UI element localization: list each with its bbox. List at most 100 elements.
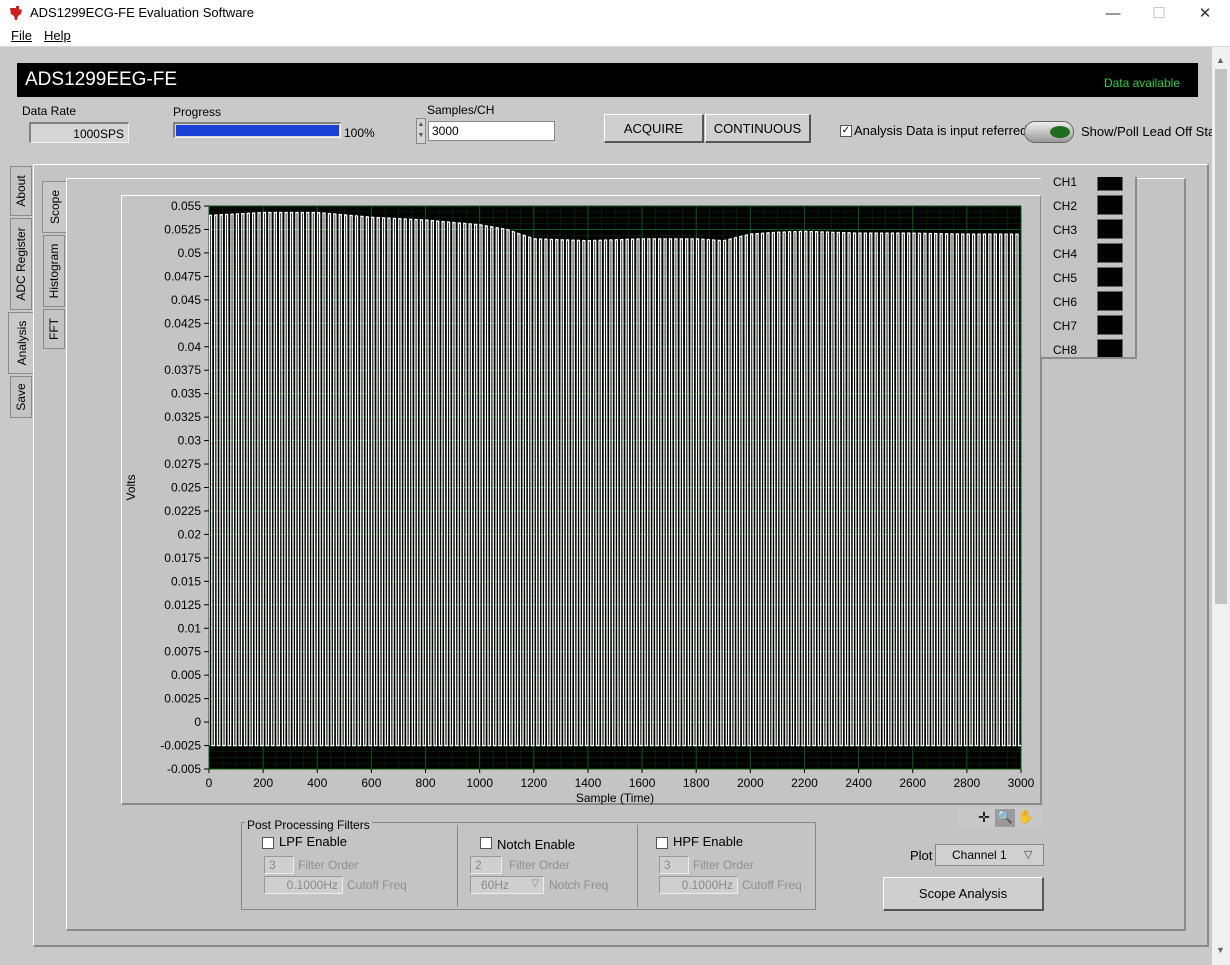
x-tick-label: 800 [416,776,436,790]
legend-label: CH7 [1053,319,1078,333]
y-tick-labels: 0.055 0.0525 0.05 0.0475 0.045 0.0425 0.04 0.03… [160,199,209,776]
legend-item[interactable]: CH1 [1041,177,1131,195]
tab-adc-register[interactable]: ADC Register [10,218,32,310]
subtab-scope[interactable]: Scope [42,181,66,233]
progress-bar [173,122,341,138]
legend-swatch [1097,339,1123,357]
subtab-fft[interactable]: FFT [43,309,65,349]
y-tick-label: -0.0025 [160,739,201,753]
notch-order-field[interactable]: 2 [470,856,502,874]
notch-enable-checkbox[interactable] [480,837,492,849]
series-line [209,211,1021,747]
notch-freq-select[interactable]: 60Hz ▽ [470,876,544,894]
legend-item[interactable]: CH5 [1041,267,1131,291]
x-tick-label: 2000 [737,776,764,790]
y-tick-label: 0.05 [178,246,202,260]
scope-chart[interactable]: 0.055 0.0525 0.05 0.0475 0.045 0.0425 0.04 0.03… [121,195,1042,805]
tab-save-label: Save [14,383,28,411]
y-tick-label: 0.0525 [164,222,201,236]
chart-waveform [209,211,1021,747]
tab-save[interactable]: Save [10,376,32,418]
status-text: Data available [1103,76,1180,90]
legend-item[interactable]: CH8 [1041,339,1131,357]
samples-stepper[interactable]: ▲ ▼ [416,118,426,144]
legend-swatch [1097,315,1123,335]
maximize-button[interactable]: ☐ [1136,0,1182,26]
legend-label: CH6 [1053,295,1078,309]
input-referred-label: Analysis Data is input referred [854,123,1028,138]
tab-analysis[interactable]: Analysis [8,312,34,374]
scope-analysis-button[interactable]: Scope Analysis [883,877,1044,911]
tab-about[interactable]: About [10,166,32,216]
menu-file[interactable]: File [11,28,32,43]
notch-freq-value: 60Hz [481,878,510,892]
y-tick-label: 0.035 [171,387,201,401]
legend-item[interactable]: CH3 [1041,219,1131,243]
scroll-down-icon[interactable]: ▼ [1216,945,1225,955]
ti-logo-icon [10,6,22,20]
title-bar: ADS1299ECG-FE Evaluation Software — ☐ ✕ [0,0,1230,26]
notch-enable-label: Notch Enable [497,837,576,852]
legend-label: CH8 [1053,343,1078,357]
device-name: ADS1299EEG-FE [25,69,178,90]
lpf-order-label: Filter Order [298,858,359,872]
x-tick-label: 2600 [899,776,926,790]
acquire-button[interactable]: ACQUIRE [604,114,704,143]
menu-help[interactable]: Help [44,28,71,43]
legend-item[interactable]: CH6 [1041,291,1131,315]
y-tick-label: 0.055 [171,199,201,213]
plot-channel-value: Channel 1 [952,848,1007,862]
y-tick-label: 0.01 [178,621,202,635]
plot-channel-select[interactable]: Channel 1 ▽ [935,844,1044,866]
legend-swatch [1097,195,1123,215]
lead-off-toggle[interactable] [1024,121,1074,143]
subtab-scope-label: Scope [47,189,62,225]
hpf-order-field[interactable]: 3 [659,856,689,874]
lpf-enable-checkbox[interactable] [262,837,274,849]
vertical-scrollbar[interactable]: ▲ ▼ [1212,47,1230,965]
x-tick-label: 600 [361,776,381,790]
chevron-down-icon: ▽ [531,878,539,889]
lpf-cutoff-field[interactable]: 0.1000Hz [264,876,343,894]
menu-bar: File Help [0,26,1230,47]
lpf-enable-label: LPF Enable [279,834,347,849]
crosshair-icon[interactable]: ✛ [974,809,994,827]
subtab-fft-label: FFT [47,318,61,340]
pan-hand-icon[interactable]: ✋ [1016,809,1036,827]
legend-swatch [1097,219,1123,239]
x-tick-label: 1200 [520,776,547,790]
legend-item[interactable]: CH7 [1041,315,1131,339]
close-button[interactable]: ✕ [1182,0,1228,26]
window-title: ADS1299ECG-FE Evaluation Software [30,5,254,20]
legend-item[interactable]: CH4 [1041,243,1131,267]
samples-input[interactable] [428,121,555,141]
y-tick-label: 0.0475 [164,269,201,283]
x-tick-labels: 0 200 400 600 800 1000 1200 1400 1600 1800 2000 220… [206,769,1035,790]
progress-percent: 100% [344,126,375,140]
hpf-enable-checkbox[interactable] [656,837,668,849]
scroll-thumb[interactable] [1215,69,1227,604]
x-axis-label: Sample (Time) [576,791,654,805]
y-axis-label: Volts [124,474,138,500]
continuous-button[interactable]: CONTINUOUS [705,114,811,143]
minimize-button[interactable]: — [1090,0,1136,26]
data-rate-value: 1000SPS [73,127,124,141]
y-tick-label: 0.03 [178,434,202,448]
y-tick-label: 0 [194,715,201,729]
subtab-histogram[interactable]: Histogram [43,235,65,307]
data-rate-label: Data Rate [22,104,77,118]
input-referred-checkbox[interactable]: ✓ [840,125,852,137]
x-tick-label: 0 [206,776,213,790]
x-tick-label: 3000 [1008,776,1035,790]
lpf-order-field[interactable]: 3 [264,856,294,874]
y-tick-label: 0.005 [171,668,201,682]
x-tick-label: 1000 [466,776,493,790]
zoom-icon[interactable]: 🔍 [995,809,1015,827]
x-tick-label: 1400 [575,776,602,790]
hpf-cutoff-field[interactable]: 0.1000Hz [659,876,738,894]
legend-item[interactable]: CH2 [1041,195,1131,219]
y-tick-label: 0.0225 [164,504,201,518]
y-tick-label: 0.025 [171,481,201,495]
scroll-up-icon[interactable]: ▲ [1216,55,1225,65]
x-tick-label: 200 [253,776,273,790]
